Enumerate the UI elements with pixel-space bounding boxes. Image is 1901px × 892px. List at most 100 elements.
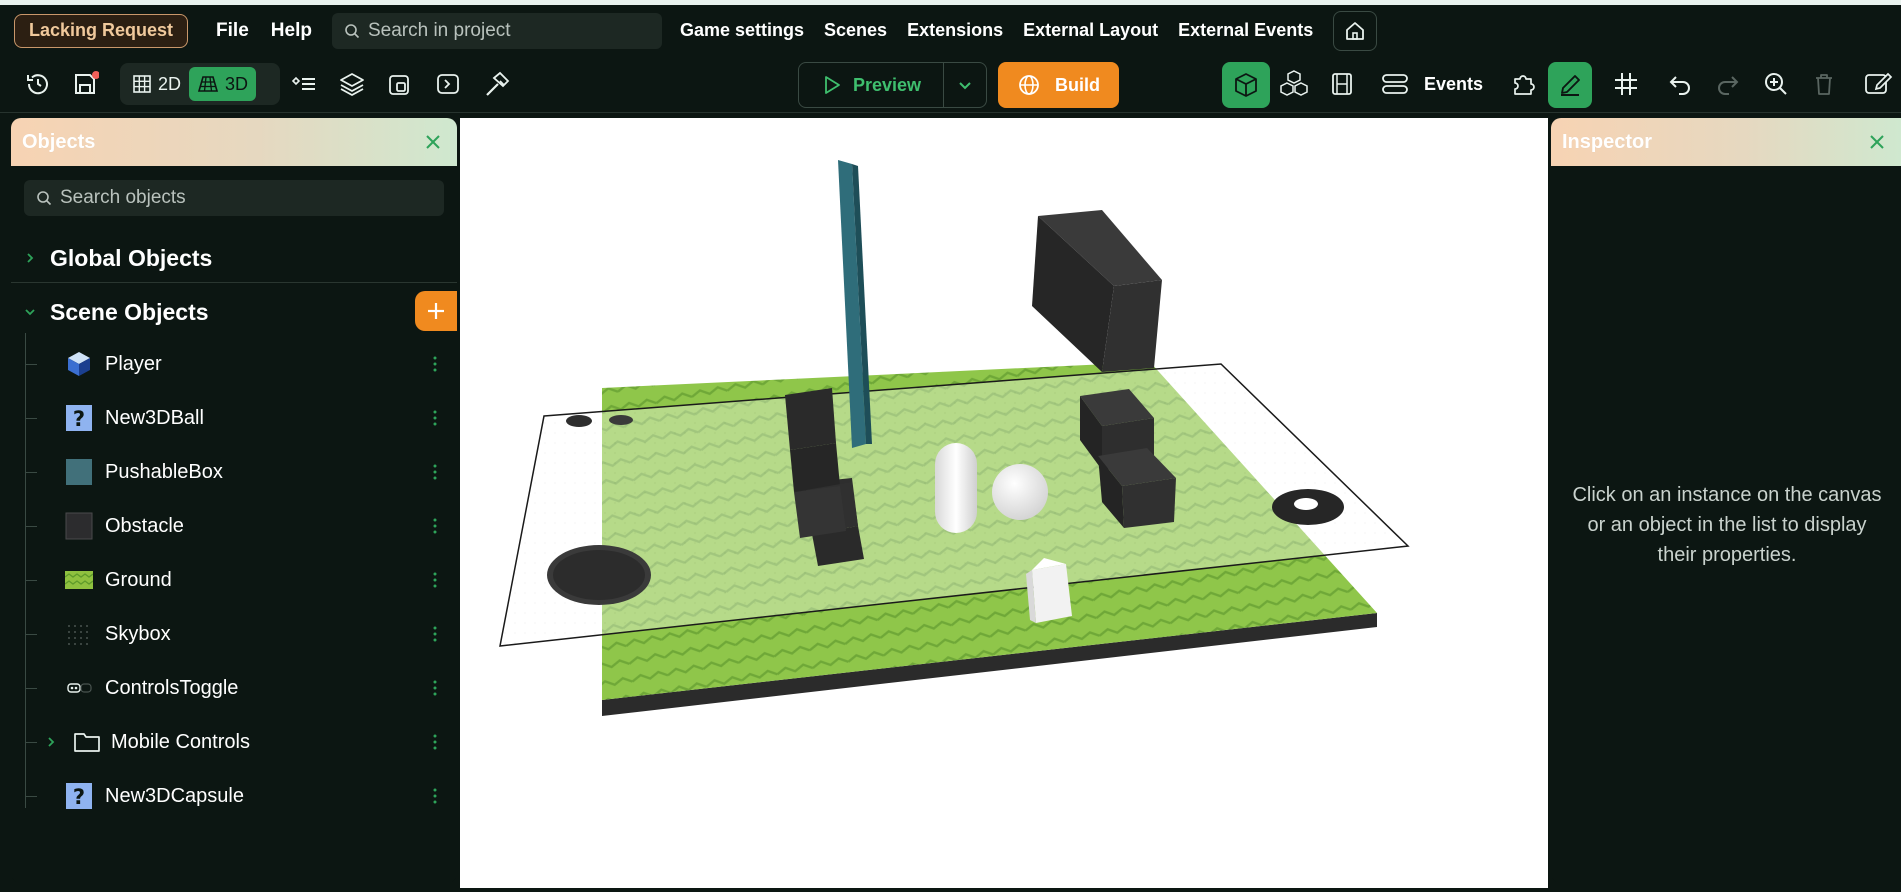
preview-label: Preview	[852, 74, 922, 95]
tree-branch	[25, 795, 37, 797]
search-icon	[345, 23, 360, 38]
build-label: Build	[1055, 74, 1100, 95]
events-label: Events	[1424, 73, 1484, 94]
close-icon	[1870, 135, 1884, 149]
objects-3d-button[interactable]	[1276, 66, 1312, 102]
layers-icon	[340, 73, 364, 97]
tree-branch	[25, 633, 37, 635]
hash-grid-icon	[1615, 73, 1637, 95]
box-icon	[65, 458, 93, 486]
objects-panel-title: Objects	[22, 130, 96, 153]
extensions-button[interactable]	[1506, 66, 1542, 102]
ball-object[interactable]	[992, 464, 1048, 520]
zoom-button[interactable]	[1758, 66, 1794, 102]
events-button[interactable]: Events	[1380, 66, 1483, 102]
instances-icon	[389, 75, 409, 95]
object-menu-button[interactable]	[425, 781, 445, 811]
object-menu-button[interactable]	[425, 349, 445, 379]
object-row-ground[interactable]: Ground	[25, 558, 455, 602]
tree-branch	[25, 579, 37, 581]
scene-3d-view[interactable]	[460, 118, 1548, 888]
timeline-button[interactable]	[1324, 66, 1360, 102]
project-search-input[interactable]: Search in project	[331, 12, 662, 49]
object-menu-button[interactable]	[425, 565, 445, 595]
object-menu-button[interactable]	[425, 727, 445, 757]
debugger-button[interactable]	[478, 66, 514, 102]
chevron-down-icon	[959, 82, 971, 90]
gamepad-icon	[65, 674, 93, 702]
save-button[interactable]	[67, 66, 103, 102]
nav-game-settings[interactable]: Game settings	[680, 20, 804, 41]
objects-search-placeholder: Search objects	[60, 187, 186, 208]
build-button[interactable]: Build	[998, 62, 1119, 108]
object-label: Mobile Controls	[111, 730, 250, 753]
object-row-new3dcapsule[interactable]: ? New3DCapsule	[25, 774, 455, 818]
instances-button[interactable]	[382, 66, 418, 102]
nav-scenes[interactable]: Scenes	[824, 20, 887, 41]
help-menu[interactable]: Help	[271, 20, 312, 42]
object-row-player[interactable]: Player	[25, 342, 455, 386]
object-menu-button[interactable]	[425, 457, 445, 487]
layers-button[interactable]	[334, 66, 370, 102]
scene-objects-title: Scene Objects	[50, 298, 209, 325]
edit-mode-button[interactable]	[1548, 62, 1592, 108]
object-row-controlstoggle[interactable]: ControlsToggle	[25, 666, 455, 710]
kebab-menu-icon	[433, 788, 437, 804]
redo-icon	[1718, 76, 1739, 95]
tree-branch	[25, 417, 37, 419]
inspector-panel-close-button[interactable]	[1865, 130, 1889, 154]
redo-button[interactable]	[1710, 66, 1746, 102]
object-menu-button[interactable]	[425, 403, 445, 433]
grid-button[interactable]	[1608, 66, 1644, 102]
global-objects-section[interactable]: Global Objects	[11, 236, 457, 280]
object-menu-button[interactable]	[425, 511, 445, 541]
globe-icon	[1019, 75, 1039, 95]
preview-button[interactable]: Preview	[799, 63, 944, 107]
capsule-object[interactable]	[935, 443, 977, 533]
undo-button[interactable]	[1662, 66, 1698, 102]
list-icon	[291, 76, 315, 90]
delete-button[interactable]	[1806, 66, 1842, 102]
object-row-new3dball[interactable]: ? New3DBall	[25, 396, 455, 440]
objects-panel-close-button[interactable]	[421, 130, 445, 154]
puzzle-icon	[1514, 75, 1535, 95]
scene-objects-section[interactable]: Scene Objects	[11, 290, 457, 334]
ground-icon	[65, 566, 93, 594]
section-divider	[11, 282, 457, 283]
nav-external-layout[interactable]: External Layout	[1023, 20, 1158, 41]
home-icon	[1346, 21, 1365, 40]
svg-text:?: ?	[73, 407, 85, 431]
events-icon	[1382, 74, 1408, 94]
scene-canvas[interactable]	[460, 118, 1548, 888]
history-button[interactable]	[20, 66, 56, 102]
3d-editor-button[interactable]	[1222, 62, 1270, 108]
properties-button[interactable]	[1860, 66, 1896, 102]
file-menu[interactable]: File	[216, 20, 249, 42]
mobile-button[interactable]	[1272, 489, 1344, 525]
kebab-menu-icon	[433, 626, 437, 642]
object-label: New3DCapsule	[105, 784, 244, 807]
home-button[interactable]	[1333, 10, 1378, 51]
hammer-icon	[486, 71, 510, 96]
objects-search-input[interactable]: Search objects	[24, 180, 444, 216]
object-groups-button[interactable]	[286, 66, 322, 102]
mode-2d-button[interactable]: 2D	[124, 67, 189, 101]
object-row-obstacle[interactable]: Obstacle	[25, 504, 455, 548]
project-name-badge[interactable]: Lacking Request	[14, 13, 189, 48]
preview-options-button[interactable]	[944, 63, 986, 107]
object-menu-button[interactable]	[425, 673, 445, 703]
object-row-skybox[interactable]: Skybox	[25, 612, 455, 656]
inspector-panel-title: Inspector	[1562, 130, 1653, 153]
object-menu-button[interactable]	[425, 619, 445, 649]
console-button[interactable]	[430, 66, 466, 102]
mode-3d-button[interactable]: 3D	[189, 67, 257, 101]
folder-row-mobile-controls[interactable]: Mobile Controls	[25, 720, 455, 764]
object-row-pushablebox[interactable]: PushableBox	[25, 450, 455, 494]
box-icon	[65, 512, 93, 540]
nav-external-events[interactable]: External Events	[1178, 20, 1313, 41]
object-label: ControlsToggle	[105, 676, 239, 699]
nav-extensions[interactable]: Extensions	[907, 20, 1003, 41]
mobile-joystick[interactable]	[547, 545, 651, 605]
obstacle-box-high[interactable]	[1032, 210, 1162, 372]
add-object-button[interactable]	[415, 291, 457, 331]
